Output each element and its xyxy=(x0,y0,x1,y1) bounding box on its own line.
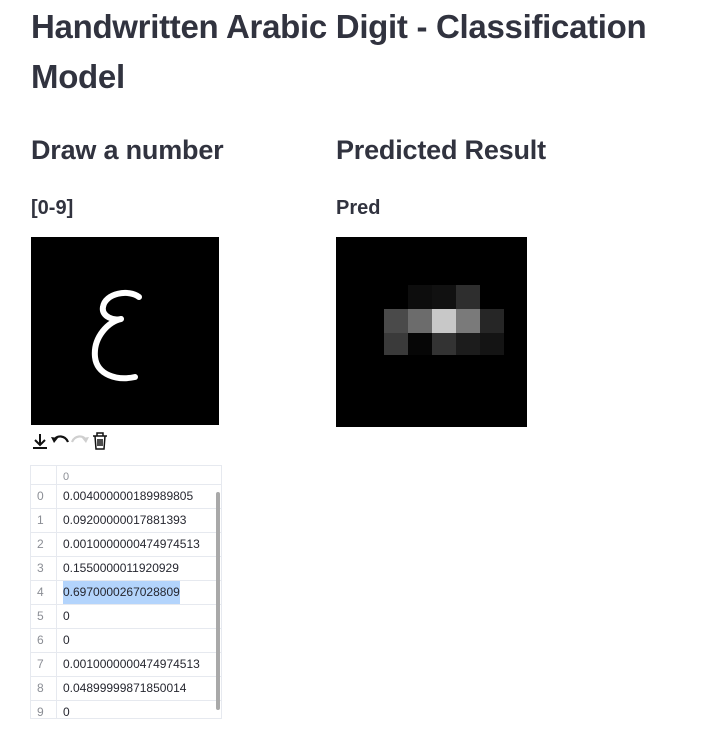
table-row[interactable]: 3 0.1550000011920929 xyxy=(31,556,221,580)
row-value[interactable]: 0 xyxy=(63,701,70,718)
table-row[interactable]: 60 xyxy=(31,628,221,652)
predicted-image xyxy=(336,237,527,427)
undo-icon[interactable] xyxy=(50,430,70,452)
table-scrollbar[interactable] xyxy=(216,492,220,710)
table-row[interactable]: 2 0.0010000000474974513 xyxy=(31,532,221,556)
table-row[interactable]: 4 0.6970000267028809 xyxy=(31,580,221,604)
row-index: 1 xyxy=(31,509,57,532)
trash-icon[interactable] xyxy=(90,430,110,452)
row-value[interactable]: 0.0010000000474974513 xyxy=(63,653,200,676)
table-row[interactable]: 7 0.0010000000474974513 xyxy=(31,652,221,676)
row-index: 6 xyxy=(31,629,57,652)
range-subheading: [0-9] xyxy=(31,197,74,219)
row-value[interactable]: 0 xyxy=(63,629,70,652)
row-index: 2 xyxy=(31,533,57,556)
row-value[interactable]: 0.004000000189989805 xyxy=(63,485,193,508)
row-index: 5 xyxy=(31,605,57,628)
pred-subheading: Pred xyxy=(336,197,381,219)
row-value[interactable]: 0 xyxy=(63,605,70,628)
row-value[interactable]: 0.1550000011920929 xyxy=(63,557,179,580)
table-row[interactable]: 1 0.09200000017881393 xyxy=(31,508,221,532)
row-value[interactable]: 0.09200000017881393 xyxy=(63,509,186,532)
row-index: 9 xyxy=(31,701,57,718)
row-index: 8 xyxy=(31,677,57,700)
download-icon[interactable] xyxy=(30,430,50,452)
predicted-heading: Predicted Result xyxy=(336,135,546,165)
prediction-table[interactable]: 0 0 0.004000000189989805 1 0.09200000017881… xyxy=(30,465,222,719)
table-row[interactable]: 50 xyxy=(31,604,221,628)
row-value[interactable]: 0.0010000000474974513 xyxy=(63,533,200,556)
row-index: 3 xyxy=(31,557,57,580)
draw-heading: Draw a number xyxy=(31,135,224,165)
pixel-grid xyxy=(384,285,504,355)
drawing-canvas[interactable] xyxy=(31,237,219,425)
row-value[interactable]: 0.04899999871850014 xyxy=(63,677,186,700)
page-title: Handwritten Arabic Digit - Classificatio… xyxy=(31,8,647,95)
table-row[interactable]: 8 0.04899999871850014 xyxy=(31,676,221,700)
row-index: 7 xyxy=(31,653,57,676)
row-index: 0 xyxy=(31,485,57,508)
table-row[interactable]: 0 0.004000000189989805 xyxy=(31,484,221,508)
drawn-digit-stroke xyxy=(91,289,142,382)
row-value[interactable]: 0.6970000267028809 xyxy=(63,581,180,604)
canvas-toolbar xyxy=(30,430,110,452)
redo-icon[interactable] xyxy=(70,430,90,452)
table-row[interactable]: 90 xyxy=(31,700,221,718)
row-index: 4 xyxy=(31,581,57,604)
